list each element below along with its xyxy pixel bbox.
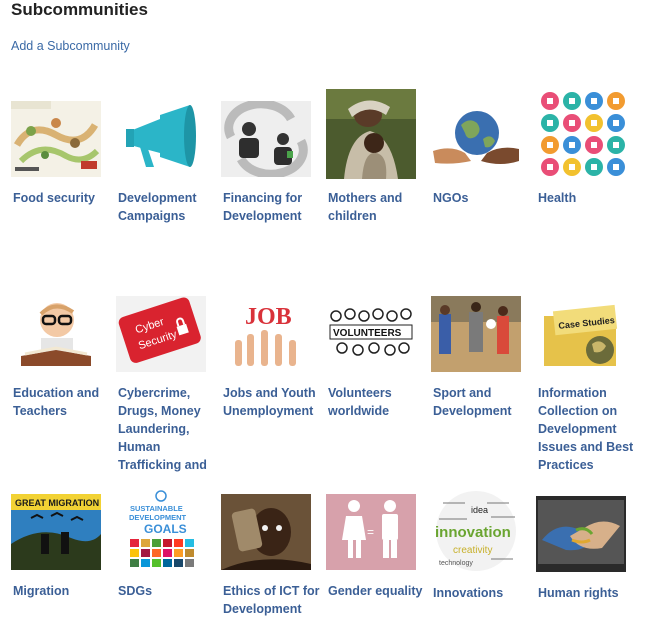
volunteers-text: VOLUNTEERS xyxy=(333,328,402,339)
subcommunity-label[interactable]: Health xyxy=(538,189,638,207)
creativity-text: creativity xyxy=(453,545,492,556)
volunteers-sketch-image[interactable]: VOLUNTEERS xyxy=(326,296,416,372)
subcommunity-tile-financing-for-development[interactable]: Financing for Development xyxy=(221,101,321,223)
sdg-mid-text: DEVELOPMENT xyxy=(129,513,187,522)
subcommunity-tile-information-collection[interactable]: Case Studies Information Collection on D… xyxy=(536,296,636,472)
subcommunity-label[interactable]: Innovations xyxy=(433,584,533,602)
innovation-text: innovation xyxy=(435,524,511,541)
child-with-device-image[interactable] xyxy=(221,494,311,570)
subcommunity-label[interactable]: Cybercrime, Drugs, Money Laundering, Hum… xyxy=(118,384,218,474)
job-hands-image[interactable]: JOB xyxy=(221,296,311,372)
great-migration-poster-image[interactable]: GREAT MIGRATION xyxy=(11,494,101,570)
subcommunities-page: Subcommunities Add a Subcommunity Food s… xyxy=(0,0,661,641)
health-icons-grid[interactable] xyxy=(536,89,626,179)
add-subcommunity-link[interactable]: Add a Subcommunity xyxy=(11,39,130,53)
subcommunity-tile-jobs-and-youth[interactable]: JOB Jobs and Youth Unemployment xyxy=(221,296,321,418)
subcommunity-label[interactable]: Education and Teachers xyxy=(13,384,113,420)
subcommunity-label[interactable]: Information Collection on Development Is… xyxy=(538,384,638,474)
subcommunity-label[interactable]: Food security xyxy=(13,189,113,207)
subcommunity-tile-innovations[interactable]: idea innovation creativity technology In… xyxy=(431,489,531,600)
subcommunity-tile-development-campaigns[interactable]: Development Campaigns xyxy=(116,101,216,223)
subcommunity-tile-ngos[interactable]: NGOs xyxy=(431,101,531,205)
subcommunity-tile-human-rights[interactable]: Human rights xyxy=(536,496,636,600)
gender-equality-image[interactable]: = xyxy=(326,494,416,570)
subcommunity-tile-sdgs[interactable]: SUSTAINABLE DEVELOPMENT GOALS SDGs xyxy=(116,489,216,598)
page-title: Subcommunities xyxy=(11,0,148,19)
subcommunity-tile-volunteers[interactable]: VOLUNTEERS Volunteers worldwide xyxy=(326,296,426,418)
subcommunity-label[interactable]: Mothers and children xyxy=(328,189,428,225)
food-security-image[interactable] xyxy=(11,101,101,177)
megaphone-icon[interactable] xyxy=(116,101,206,177)
cyber-security-key-image[interactable]: Cyber Security xyxy=(116,296,206,372)
subcommunity-tile-mothers-and-children[interactable]: Mothers and children xyxy=(326,89,426,223)
subcommunity-tile-ethics-of-ict[interactable]: Ethics of ICT for Development xyxy=(221,494,321,616)
subcommunity-label[interactable]: Financing for Development xyxy=(223,189,323,225)
sdg-goals-text: GOALS xyxy=(144,522,187,536)
subcommunity-tile-cybercrime[interactable]: Cyber Security Cybercrime, Drugs, Money … xyxy=(116,296,216,472)
subcommunity-label[interactable]: Gender equality xyxy=(328,582,428,600)
job-text: JOB xyxy=(245,304,292,330)
idea-text: idea xyxy=(471,505,488,515)
football-players-image[interactable] xyxy=(431,296,521,372)
subcommunity-label[interactable]: NGOs xyxy=(433,189,533,207)
subcommunity-label[interactable]: Human rights xyxy=(538,584,638,602)
subcommunity-label[interactable]: Ethics of ICT for Development xyxy=(223,582,323,618)
sdg-top-text: SUSTAINABLE xyxy=(130,504,183,513)
technology-text: technology xyxy=(439,560,473,567)
people-exchange-icon[interactable] xyxy=(221,101,311,177)
subcommunity-label[interactable]: Jobs and Youth Unemployment xyxy=(223,384,323,420)
subcommunity-tile-health[interactable]: Health xyxy=(536,89,636,205)
subcommunity-label[interactable]: SDGs xyxy=(118,582,218,600)
subcommunity-label[interactable]: Volunteers worldwide xyxy=(328,384,428,420)
migration-text: GREAT MIGRATION xyxy=(15,498,99,508)
subcommunity-tile-gender-equality[interactable]: = Gender equality xyxy=(326,494,426,598)
subcommunity-tile-sport-and-development[interactable]: Sport and Development xyxy=(431,296,531,418)
innovation-word-cloud-image[interactable]: idea innovation creativity technology xyxy=(431,489,521,573)
subcommunity-tile-food-security[interactable]: Food security xyxy=(11,101,111,205)
subcommunity-tile-education-and-teachers[interactable]: Education and Teachers xyxy=(11,296,111,418)
case-studies-folder-image[interactable]: Case Studies xyxy=(536,296,626,372)
child-reading-book-image[interactable] xyxy=(11,296,101,372)
subcommunity-label[interactable]: Sport and Development xyxy=(433,384,533,420)
mother-and-child-image[interactable] xyxy=(326,89,416,179)
subcommunity-label[interactable]: Development Campaigns xyxy=(118,189,218,225)
sdg-goals-logo[interactable]: SUSTAINABLE DEVELOPMENT GOALS xyxy=(116,489,206,571)
subcommunity-tile-migration[interactable]: GREAT MIGRATION Migration xyxy=(11,494,111,598)
hands-holding-globe-image[interactable] xyxy=(431,101,521,177)
subcommunity-label[interactable]: Migration xyxy=(13,582,113,600)
equals-text: = xyxy=(367,525,374,539)
painted-handshake-image[interactable] xyxy=(536,496,626,572)
